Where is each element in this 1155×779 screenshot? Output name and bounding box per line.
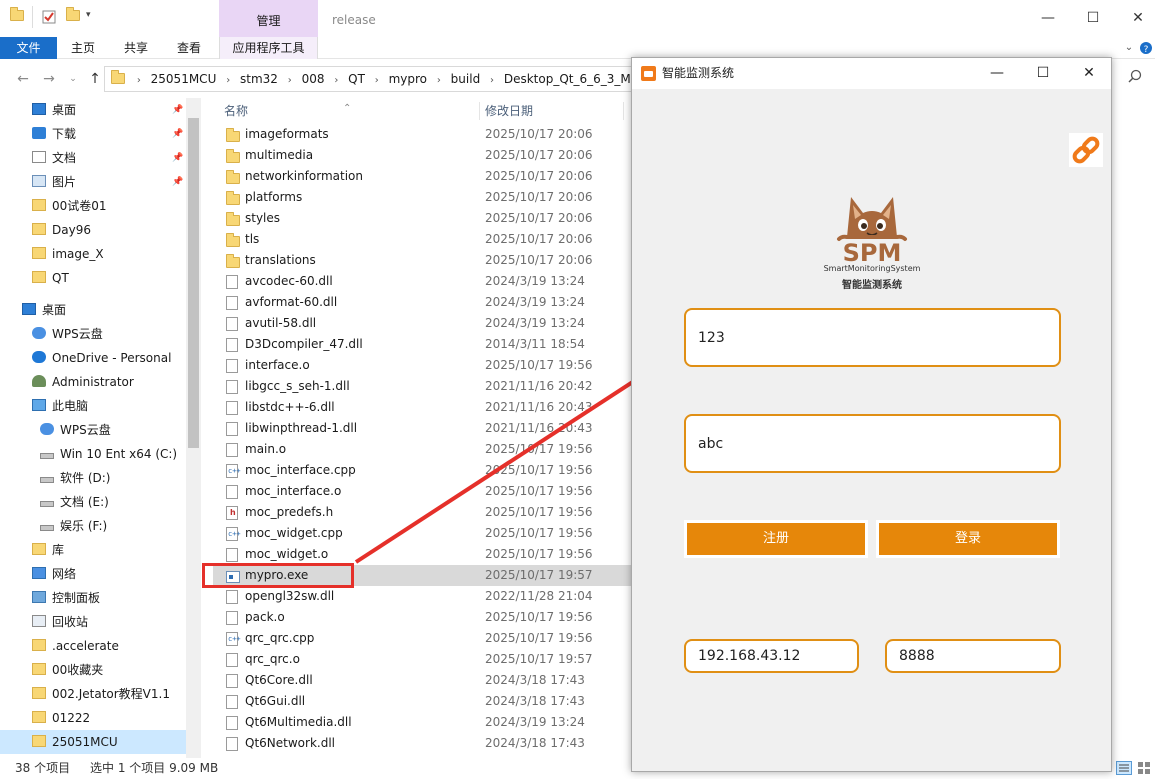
login-button[interactable]: 登录 bbox=[879, 523, 1057, 555]
password-input[interactable] bbox=[684, 414, 1061, 473]
logo-subtitle-en: SmartMonitoringSystem bbox=[823, 264, 921, 273]
app-maximize-button[interactable]: ☐ bbox=[1020, 58, 1066, 89]
app-window: 智能监测系统 — ☐ ✕ SPM SmartMonitoringSystem 智… bbox=[631, 57, 1112, 772]
link-icon[interactable] bbox=[1069, 133, 1103, 167]
port-input[interactable] bbox=[885, 639, 1061, 673]
ip-input[interactable] bbox=[684, 639, 859, 673]
app-icon bbox=[641, 66, 656, 81]
app-minimize-button[interactable]: — bbox=[974, 58, 1020, 89]
app-close-button[interactable]: ✕ bbox=[1066, 58, 1112, 89]
app-titlebar: 智能监测系统 — ☐ ✕ bbox=[632, 58, 1111, 89]
register-button[interactable]: 注册 bbox=[687, 523, 865, 555]
username-input[interactable] bbox=[684, 308, 1061, 367]
logo-subtitle-cn: 智能监测系统 bbox=[842, 280, 902, 291]
fox-logo-icon: SPM bbox=[837, 197, 907, 263]
svg-text:SPM: SPM bbox=[843, 239, 902, 263]
app-title: 智能监测系统 bbox=[662, 66, 735, 80]
spm-logo: SPM SmartMonitoringSystem 智能监测系统 bbox=[817, 191, 927, 291]
